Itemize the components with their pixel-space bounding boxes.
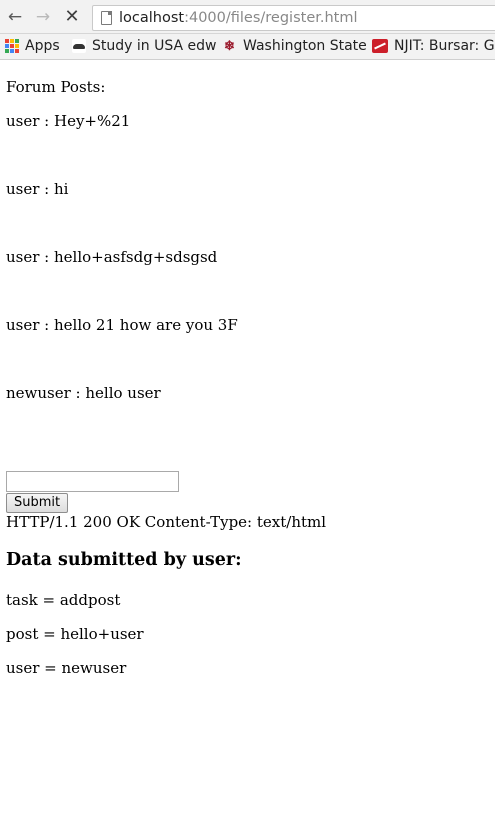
forum-post: user : hi (6, 180, 69, 198)
browser-toolbar: ← → ✕ localhost:4000/files/register.html (0, 0, 495, 34)
bookmark-label: Apps (25, 38, 60, 54)
njit-favicon (372, 39, 388, 53)
submitted-data-line: task = addpost (6, 591, 121, 609)
url-text[interactable]: localhost:4000/files/register.html (119, 10, 358, 26)
http-status-text: HTTP/1.1 200 OK Content-Type: text/html (6, 513, 327, 531)
forum-title: Forum Posts: (6, 78, 106, 96)
address-bar[interactable]: localhost:4000/files/register.html (92, 5, 495, 31)
forum-post: user : Hey+%21 (6, 112, 131, 130)
back-arrow-icon[interactable]: ← (5, 7, 25, 27)
wsu-favicon: ❄ (224, 38, 235, 54)
bookmark-label: Washington State (243, 38, 367, 54)
data-submitted-heading: Data submitted by user: (6, 550, 242, 570)
submit-button[interactable]: Submit (6, 493, 69, 513)
stop-loading-icon[interactable]: ✕ (62, 7, 82, 27)
bookmark-study-in-usa[interactable]: Study in USA edw (72, 38, 216, 54)
study-favicon (72, 39, 86, 53)
apps-grid-icon (5, 39, 19, 53)
bookmark-label: NJIT: Bursar: Gra (394, 38, 495, 54)
bookmarks-bar: Apps Study in USA edw ❄ Washington State… (0, 34, 495, 60)
page-icon (101, 11, 112, 25)
bookmark-label: Study in USA edw (92, 38, 217, 54)
bookmark-apps[interactable]: Apps (5, 38, 60, 54)
submitted-data-line: user = newuser (6, 659, 127, 677)
forum-post: newuser : hello user (6, 384, 161, 402)
submitted-data-line: post = hello+user (6, 625, 144, 643)
forward-arrow-icon[interactable]: → (33, 7, 53, 27)
bookmark-washington-state[interactable]: ❄ Washington State (222, 38, 367, 54)
forum-post: user : hello+asfsdg+sdsgsd (6, 248, 218, 266)
forum-post: user : hello 21 how are you 3F (6, 316, 238, 334)
post-input[interactable] (6, 471, 179, 492)
bookmark-njit-bursar[interactable]: NJIT: Bursar: Gra (372, 38, 495, 54)
